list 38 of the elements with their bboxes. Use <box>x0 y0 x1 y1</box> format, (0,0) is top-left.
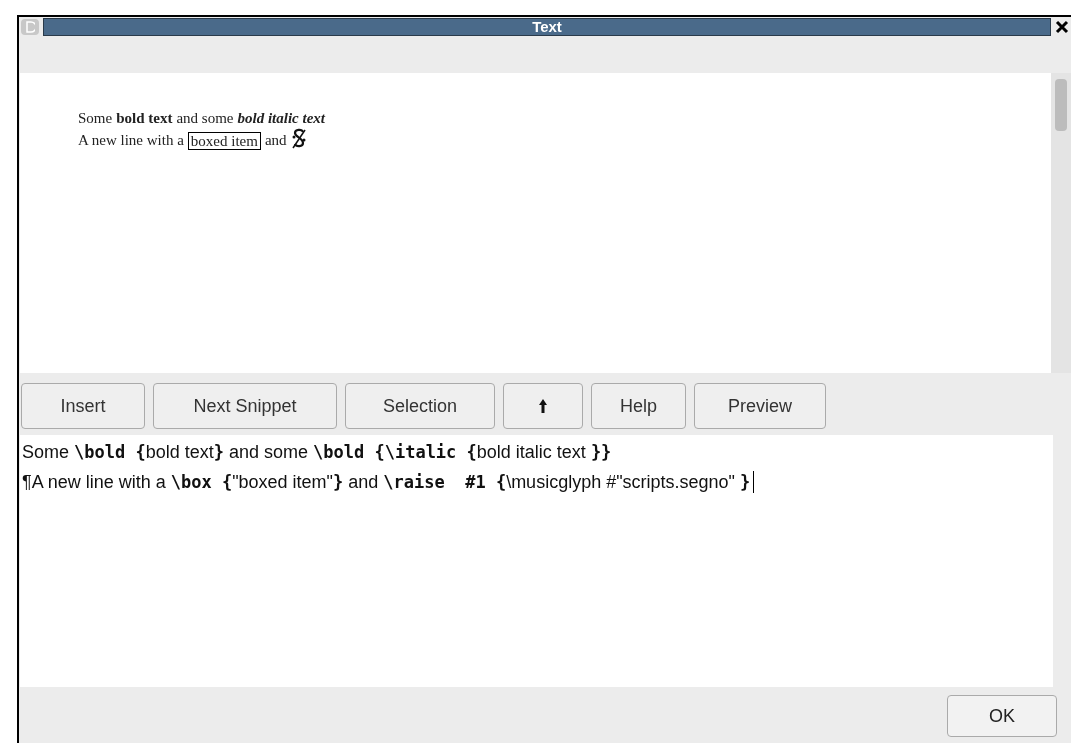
segno-icon <box>290 128 307 150</box>
editor-text: bold italic text <box>476 441 586 464</box>
boxed-text: boxed item <box>187 132 261 150</box>
editor-text: ¶A new line with a <box>22 471 166 494</box>
close-icon[interactable] <box>1055 20 1069 34</box>
preview-text: and <box>264 131 287 150</box>
code-text: } <box>740 471 751 494</box>
code-text: } <box>213 441 224 464</box>
up-arrow-button[interactable] <box>503 383 583 429</box>
app-icon[interactable] <box>21 19 39 35</box>
editor-text: and some <box>229 441 309 464</box>
code-text: \raise #1 { <box>383 471 507 494</box>
toolbar-button[interactable]: Selection <box>345 383 495 429</box>
code-text: }} <box>590 441 612 464</box>
code-text: \bold {\italic { <box>313 441 477 464</box>
editor-text: Some <box>22 441 70 464</box>
editor-field[interactable]: Some \bold {bold text} and some \bold {\italic {bold italic text }} ¶A new line with a \box {"boxed item"} and \raise #1 {\musicglyph #"scripts.segno" } <box>20 435 1053 687</box>
code-text: \box { <box>170 471 233 494</box>
editor-text: and <box>348 471 379 494</box>
code-text: \bold { <box>74 441 146 464</box>
preview-text: Some <box>78 109 113 128</box>
editor-text: "boxed item" <box>232 471 333 494</box>
editor-text: bold text <box>145 441 214 464</box>
toolbar-button[interactable]: Insert <box>21 383 145 429</box>
up-arrow-icon <box>538 398 548 414</box>
toolbar-button[interactable]: Next Snippet <box>153 383 337 429</box>
preview-text: A new line with a <box>78 131 184 150</box>
code-text: } <box>333 471 344 494</box>
preview-text: bold text <box>116 109 173 128</box>
editor-text: \musicglyph #"scripts.segno" <box>506 471 735 494</box>
preview-text: bold italic text <box>237 109 325 128</box>
toolbar-button[interactable]: Preview <box>694 383 826 429</box>
text-cursor <box>753 471 755 493</box>
window-title: Text <box>43 18 1051 36</box>
preview-text: and some <box>176 109 234 128</box>
ok-button[interactable]: OK <box>947 695 1057 737</box>
toolbar-button[interactable]: Help <box>591 383 686 429</box>
scrollbar[interactable] <box>1051 73 1071 373</box>
